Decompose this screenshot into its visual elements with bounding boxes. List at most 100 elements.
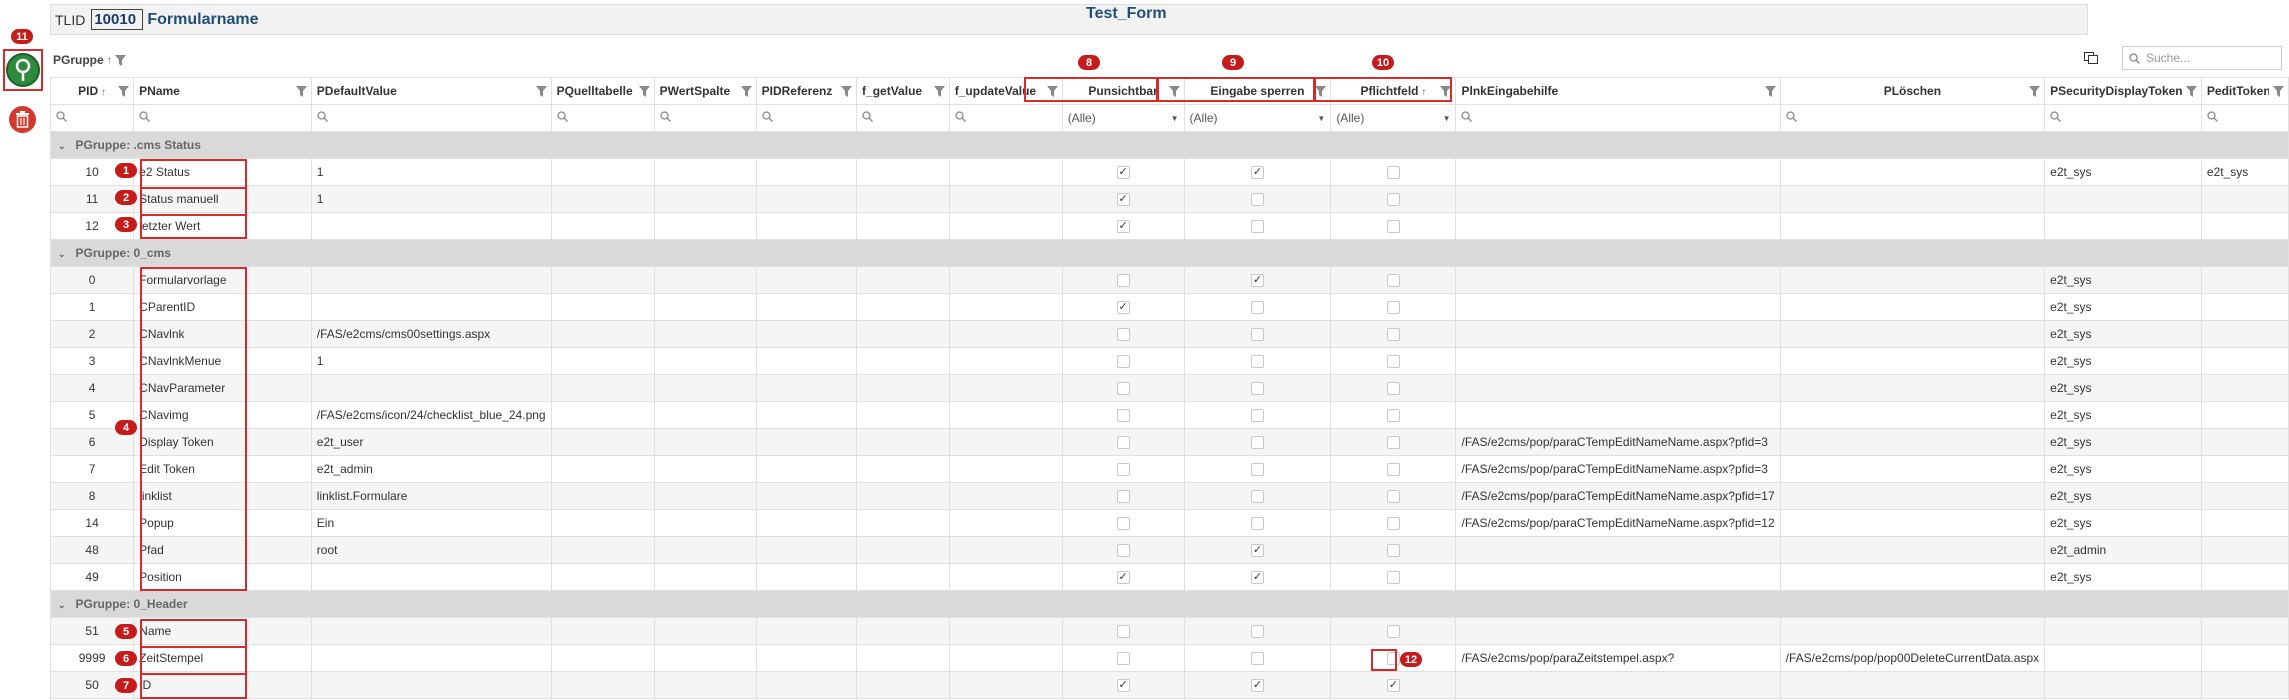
cell-pflicht[interactable] — [1330, 293, 1457, 321]
column-header-pidref[interactable]: PIDReferenz — [755, 77, 858, 105]
cell-punsicht[interactable]: ✓ — [1061, 158, 1185, 186]
filter-cell-fget[interactable] — [856, 104, 950, 132]
checkbox[interactable] — [1250, 220, 1264, 234]
table-row[interactable]: 11 Status manuell 1 ✓ — [49, 185, 2289, 213]
checkbox[interactable] — [1386, 625, 1400, 639]
table-row[interactable]: 3 CNavlnkMenue 1 e2t_sys — [49, 347, 2289, 375]
checkbox[interactable]: ✓ — [1116, 301, 1130, 315]
cell-eingabe[interactable] — [1183, 644, 1332, 672]
cell-pflicht[interactable] — [1330, 482, 1457, 510]
collapse-icon[interactable]: ⌄ — [58, 600, 66, 610]
table-row[interactable]: 48 Pfad root ✓ e2t_admin — [49, 536, 2289, 564]
checkbox[interactable] — [1250, 328, 1264, 342]
cell-eingabe[interactable]: ✓ — [1183, 671, 1332, 699]
cell-pflicht[interactable] — [1330, 320, 1457, 348]
search-box[interactable]: Suche... — [2122, 46, 2282, 70]
cell-punsicht[interactable] — [1061, 482, 1185, 510]
checkbox[interactable] — [1116, 652, 1130, 666]
filter-cell-pid[interactable] — [49, 104, 135, 132]
checkbox[interactable] — [1386, 274, 1400, 288]
cell-eingabe[interactable] — [1183, 185, 1332, 213]
filter-icon-wrap[interactable] — [2273, 86, 2284, 100]
column-header-pquell[interactable]: PQuelltabelle — [550, 77, 655, 105]
delete-button[interactable] — [9, 106, 36, 133]
filter-icon-wrap[interactable] — [1764, 86, 1776, 100]
checkbox[interactable] — [1116, 436, 1130, 450]
checkbox[interactable] — [1386, 301, 1400, 315]
checkbox[interactable] — [1116, 355, 1130, 369]
checkbox[interactable]: ✓ — [1386, 679, 1400, 693]
column-header-plnk[interactable]: PlnkEingabehilfe — [1455, 77, 1781, 105]
filter-icon-wrap[interactable] — [2185, 86, 2197, 100]
cell-pflicht[interactable] — [1330, 428, 1457, 456]
cell-punsicht[interactable] — [1061, 617, 1185, 645]
checkbox[interactable] — [1250, 193, 1264, 207]
table-row[interactable]: 5 CNavimg/FAS/e2cms/icon/24/checklist_blu… — [49, 401, 2289, 429]
cell-punsicht[interactable]: ✓ — [1061, 185, 1185, 213]
checkbox[interactable] — [1386, 490, 1400, 504]
cell-eingabe[interactable] — [1183, 401, 1332, 429]
table-row[interactable]: 14 Popup Ein/FAS/e2cms/pop/paraCTempEditNa… — [49, 509, 2289, 537]
filter-icon-wrap[interactable] — [295, 86, 307, 100]
cell-punsicht[interactable] — [1061, 320, 1185, 348]
filter-cell-eingabe[interactable]: (Alle) ▼ — [1183, 104, 1332, 132]
checkbox[interactable] — [1250, 382, 1264, 396]
checkbox[interactable]: ✓ — [1116, 679, 1130, 693]
group-chip[interactable]: PGruppe ↑ — [53, 53, 126, 67]
filter-icon[interactable] — [2273, 86, 2284, 97]
cell-eingabe[interactable] — [1183, 293, 1332, 321]
cell-punsicht[interactable]: ✓ — [1061, 212, 1185, 240]
tlid-input[interactable]: 10010 — [91, 9, 144, 30]
checkbox[interactable] — [1386, 220, 1400, 234]
table-row[interactable]: 4 CNavParameter e2t_sys — [49, 374, 2289, 402]
checkbox[interactable] — [1250, 409, 1264, 423]
filter-icon-wrap[interactable] — [118, 86, 130, 100]
column-chooser-button[interactable] — [2080, 48, 2102, 68]
cell-eingabe[interactable] — [1183, 347, 1332, 375]
filter-icon[interactable] — [1764, 86, 1776, 97]
checkbox[interactable] — [1250, 625, 1264, 639]
filter-cell-pquell[interactable] — [550, 104, 655, 132]
cell-pflicht[interactable] — [1330, 617, 1457, 645]
filter-icon-wrap[interactable] — [740, 86, 752, 100]
column-header-pdefault[interactable]: PDefaultValue — [310, 77, 552, 105]
cell-eingabe[interactable] — [1183, 617, 1332, 645]
checkbox[interactable]: ✓ — [1116, 571, 1130, 585]
collapse-icon[interactable]: ⌄ — [58, 141, 66, 151]
cell-pflicht[interactable] — [1330, 266, 1457, 294]
cell-pflicht[interactable] — [1330, 374, 1457, 402]
column-header-pname[interactable]: PName — [133, 77, 312, 105]
table-row[interactable]: 0 Formularvorlage ✓ e2t_sys — [49, 266, 2289, 294]
cell-eingabe[interactable] — [1183, 320, 1332, 348]
checkbox[interactable] — [1386, 355, 1400, 369]
checkbox[interactable]: ✓ — [1250, 571, 1264, 585]
filter-cell-pidref[interactable] — [755, 104, 858, 132]
cell-punsicht[interactable] — [1061, 536, 1185, 564]
group-row[interactable]: ⌄ PGruppe: 0_Header — [50, 590, 2289, 618]
checkbox[interactable] — [1116, 328, 1130, 342]
filter-cell-pflicht[interactable]: (Alle) ▼ — [1330, 104, 1457, 132]
cell-punsicht[interactable] — [1061, 374, 1185, 402]
checkbox[interactable]: ✓ — [1250, 544, 1264, 558]
cell-pflicht[interactable] — [1330, 509, 1457, 537]
cell-eingabe[interactable] — [1183, 374, 1332, 402]
filter-cell-punsicht[interactable]: (Alle) ▼ — [1061, 104, 1185, 132]
table-row[interactable]: 2 CNavlnk/FAS/e2cms/cms00settings.aspx e2t… — [49, 320, 2289, 348]
checkbox[interactable] — [1386, 193, 1400, 207]
checkbox[interactable] — [1250, 301, 1264, 315]
cell-punsicht[interactable] — [1061, 644, 1185, 672]
filter-icon[interactable] — [841, 86, 853, 97]
checkbox[interactable] — [1386, 166, 1400, 180]
checkbox[interactable] — [1386, 382, 1400, 396]
filter-icon[interactable] — [2029, 86, 2041, 97]
column-header-pedit[interactable]: PeditToken — [2200, 77, 2289, 105]
checkbox[interactable] — [1386, 571, 1400, 585]
cell-eingabe[interactable]: ✓ — [1183, 266, 1332, 294]
cell-punsicht[interactable]: ✓ — [1061, 293, 1185, 321]
checkbox[interactable] — [1250, 652, 1264, 666]
cell-pflicht[interactable] — [1330, 185, 1457, 213]
table-row[interactable]: 49 Position ✓ ✓ e2t_sys — [49, 563, 2289, 591]
cell-punsicht[interactable] — [1061, 347, 1185, 375]
cell-eingabe[interactable] — [1183, 509, 1332, 537]
checkbox[interactable] — [1116, 625, 1130, 639]
